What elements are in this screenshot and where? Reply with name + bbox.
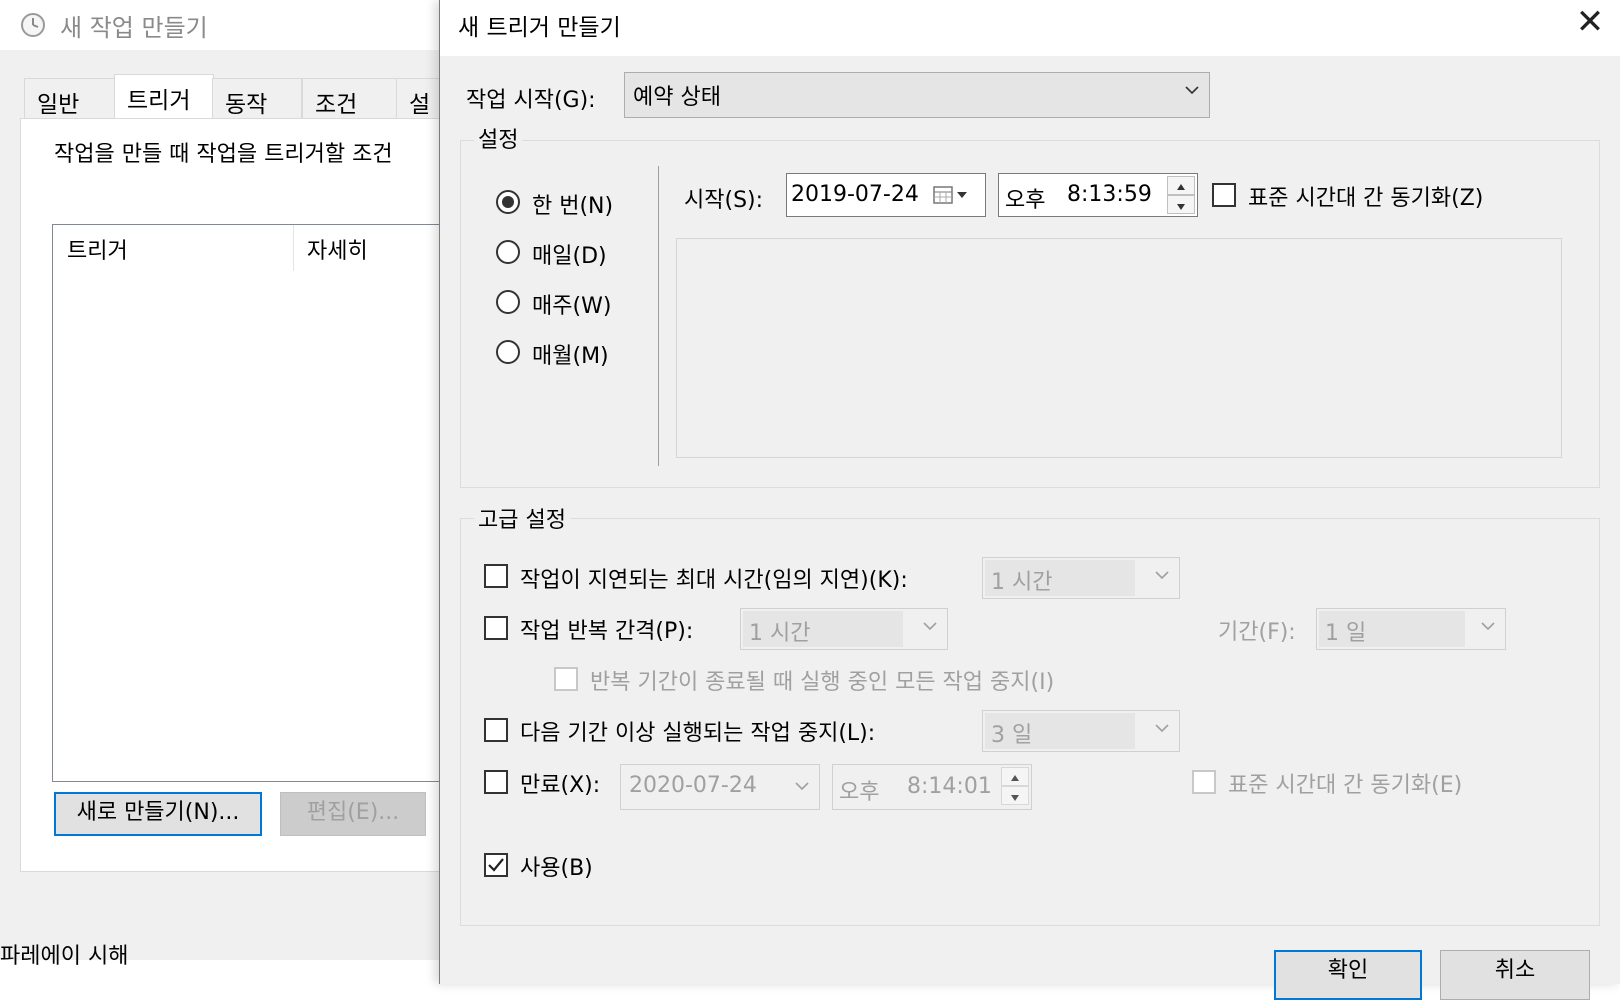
background-text: 파레에이 시해: [0, 944, 129, 969]
radio-once[interactable]: [496, 190, 520, 214]
radio-daily[interactable]: [496, 240, 520, 264]
dialog-title: 새 트리거 만들기: [458, 15, 621, 41]
column-header-details[interactable]: 자세히: [307, 233, 368, 265]
begin-task-value: 예약 상태: [633, 85, 721, 110]
radio-weekly-label[interactable]: 매주(W): [532, 288, 611, 320]
stop-at-repeat-end-label: 반복 기간이 종료될 때 실행 중인 모든 작업 중지(I): [590, 670, 1055, 695]
begin-task-dropdown[interactable]: 예약 상태: [624, 72, 1210, 118]
task-scheduler-icon: [21, 13, 45, 37]
start-ampm[interactable]: 오후: [1005, 182, 1045, 214]
calendar-icon[interactable]: [933, 185, 973, 205]
stop-longer-label[interactable]: 다음 기간 이상 실행되는 작업 중지(L):: [520, 715, 875, 747]
expire-ampm: 오후: [839, 780, 880, 805]
expire-time-value: 8:14:01: [907, 774, 992, 799]
stop-at-repeat-end-checkbox[interactable]: [554, 667, 578, 691]
tab-conditions[interactable]: 조건: [302, 78, 398, 120]
close-icon[interactable]: ✕: [1560, 2, 1620, 46]
chevron-down-icon: [1481, 622, 1495, 631]
start-time-value[interactable]: 8:13:59: [1067, 182, 1152, 207]
repeat-checkbox[interactable]: [484, 616, 508, 640]
sync-timezone-checkbox[interactable]: [1212, 183, 1236, 207]
create-task-titlebar: 새 작업 만들기: [0, 0, 440, 50]
chevron-down-icon: [923, 622, 937, 631]
stop-longer-value: 3 일: [991, 723, 1033, 748]
tab-label: 동작: [225, 92, 268, 118]
delay-checkbox[interactable]: [484, 564, 508, 588]
expire-checkbox[interactable]: [484, 770, 508, 794]
dialog-titlebar: 새 트리거 만들기 ✕: [440, 0, 1620, 56]
chevron-down-icon: [1155, 724, 1169, 733]
column-header-trigger[interactable]: 트리거: [67, 233, 128, 265]
expire-sync-timezone-checkbox[interactable]: [1192, 770, 1216, 794]
expire-label[interactable]: 만료(X):: [520, 767, 600, 799]
triggers-list[interactable]: 트리거 자세히: [52, 224, 454, 782]
start-time-field[interactable]: 오후 8:13:59: [998, 173, 1198, 217]
enabled-label[interactable]: 사용(B): [520, 850, 593, 882]
triggers-description: 작업을 만들 때 작업을 트리거할 조건: [54, 142, 393, 167]
tab-triggers[interactable]: 트리거: [114, 74, 214, 122]
radio-monthly-label[interactable]: 매월(M): [532, 338, 609, 370]
sync-timezone-label[interactable]: 표준 시간대 간 동기화(Z): [1248, 180, 1483, 212]
expire-time-field[interactable]: 오후 8:14:01: [832, 764, 1032, 810]
delay-value: 1 시간: [991, 570, 1053, 595]
cancel-button[interactable]: 취소: [1440, 950, 1590, 1000]
start-label: 시작(S):: [684, 188, 764, 213]
tab-label: 트리거: [127, 88, 191, 114]
repeat-interval-value: 1 시간: [749, 621, 811, 646]
new-trigger-dialog: 새 트리거 만들기 ✕ 작업 시작(G): 예약 상태 설정 한 번(N) 매일…: [439, 0, 1620, 1000]
duration-dropdown[interactable]: 1 일: [1316, 608, 1506, 650]
tab-actions[interactable]: 동작: [212, 78, 302, 120]
begin-task-label: 작업 시작(G):: [466, 88, 596, 113]
stop-longer-checkbox[interactable]: [484, 718, 508, 742]
expire-date-value: 2020-07-24: [629, 773, 757, 798]
spin-up-icon[interactable]: [1001, 767, 1029, 786]
tab-label: 설: [409, 92, 431, 118]
radio-daily-label[interactable]: 매일(D): [532, 238, 607, 270]
radio-monthly[interactable]: [496, 340, 520, 364]
delay-dropdown[interactable]: 1 시간: [982, 557, 1180, 599]
start-time-spinner[interactable]: [1167, 176, 1195, 214]
edit-trigger-button[interactable]: 편집(E)...: [280, 792, 426, 836]
schedule-detail-panel: [676, 238, 1562, 458]
duration-label: 기간(F):: [1218, 620, 1296, 645]
settings-group-title: 설정: [474, 122, 523, 154]
repeat-interval-dropdown[interactable]: 1 시간: [740, 608, 948, 650]
create-task-title: 새 작업 만들기: [60, 14, 208, 42]
spin-down-icon[interactable]: [1167, 195, 1195, 214]
delay-label[interactable]: 작업이 지연되는 최대 시간(임의 지연)(K):: [520, 562, 908, 594]
enabled-checkbox[interactable]: [484, 853, 508, 877]
column-separator[interactable]: [293, 225, 294, 271]
expire-time-spinner[interactable]: [1001, 767, 1029, 805]
tab-label: 일반: [37, 92, 80, 118]
start-date-picker[interactable]: 2019-07-24: [786, 173, 986, 217]
stop-longer-dropdown[interactable]: 3 일: [982, 710, 1180, 752]
expire-sync-timezone-label: 표준 시간대 간 동기화(E): [1228, 773, 1463, 798]
chevron-down-icon: [795, 782, 809, 791]
tab-label: 조건: [315, 92, 358, 118]
radio-weekly[interactable]: [496, 290, 520, 314]
duration-value: 1 일: [1325, 621, 1367, 646]
chevron-down-icon: [1185, 86, 1199, 95]
advanced-settings-title: 고급 설정: [474, 502, 570, 534]
ok-button[interactable]: 확인: [1274, 950, 1422, 1000]
create-task-window: 새 작업 만들기 일반 트리거 동작 조건 설 작업을 만들 때 작업을 트리거…: [0, 0, 462, 960]
new-trigger-button[interactable]: 새로 만들기(N)...: [54, 792, 262, 836]
chevron-down-icon: [1155, 571, 1169, 580]
expire-date-picker[interactable]: 2020-07-24: [620, 764, 820, 810]
checkmark-icon: [488, 858, 504, 872]
start-date-value: 2019-07-24: [791, 182, 919, 207]
spin-up-icon[interactable]: [1167, 176, 1195, 195]
radio-once-label[interactable]: 한 번(N): [532, 188, 613, 220]
settings-divider: [658, 166, 659, 466]
spin-down-icon[interactable]: [1001, 786, 1029, 805]
repeat-label[interactable]: 작업 반복 간격(P):: [520, 613, 693, 645]
tab-general[interactable]: 일반: [24, 78, 116, 120]
